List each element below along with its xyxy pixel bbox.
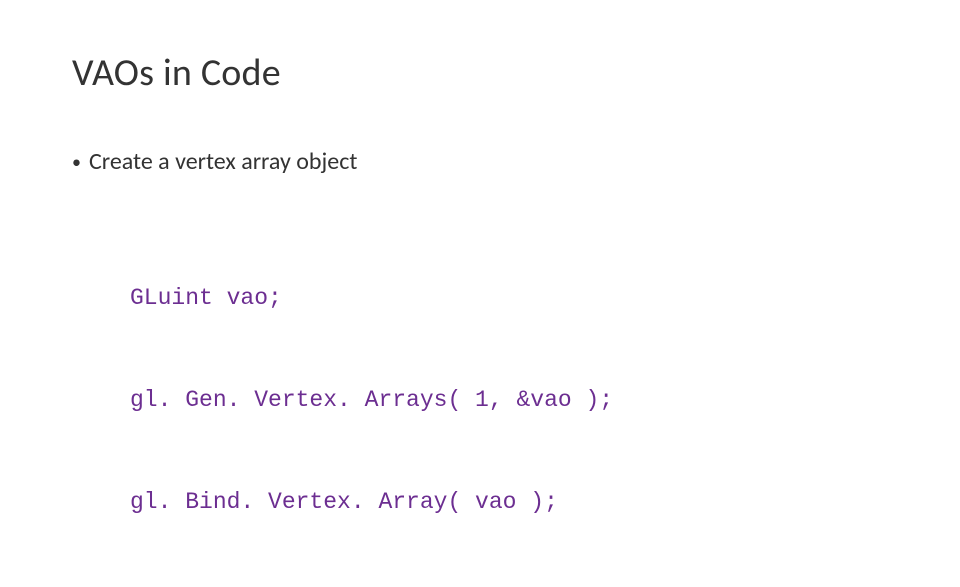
bullet-item: • Create a vertex array object	[72, 148, 357, 176]
code-line-1: GLuint vao;	[130, 281, 613, 315]
slide: VAOs in Code • Create a vertex array obj…	[0, 0, 960, 540]
bullet-text: Create a vertex array object	[89, 148, 357, 176]
slide-title: VAOs in Code	[72, 50, 281, 96]
code-block: GLuint vao; gl. Gen. Vertex. Arrays( 1, …	[130, 213, 613, 587]
code-line-3: gl. Bind. Vertex. Array( vao );	[130, 485, 613, 519]
code-line-2: gl. Gen. Vertex. Arrays( 1, &vao );	[130, 383, 613, 417]
bullet-dot-icon: •	[72, 148, 81, 176]
